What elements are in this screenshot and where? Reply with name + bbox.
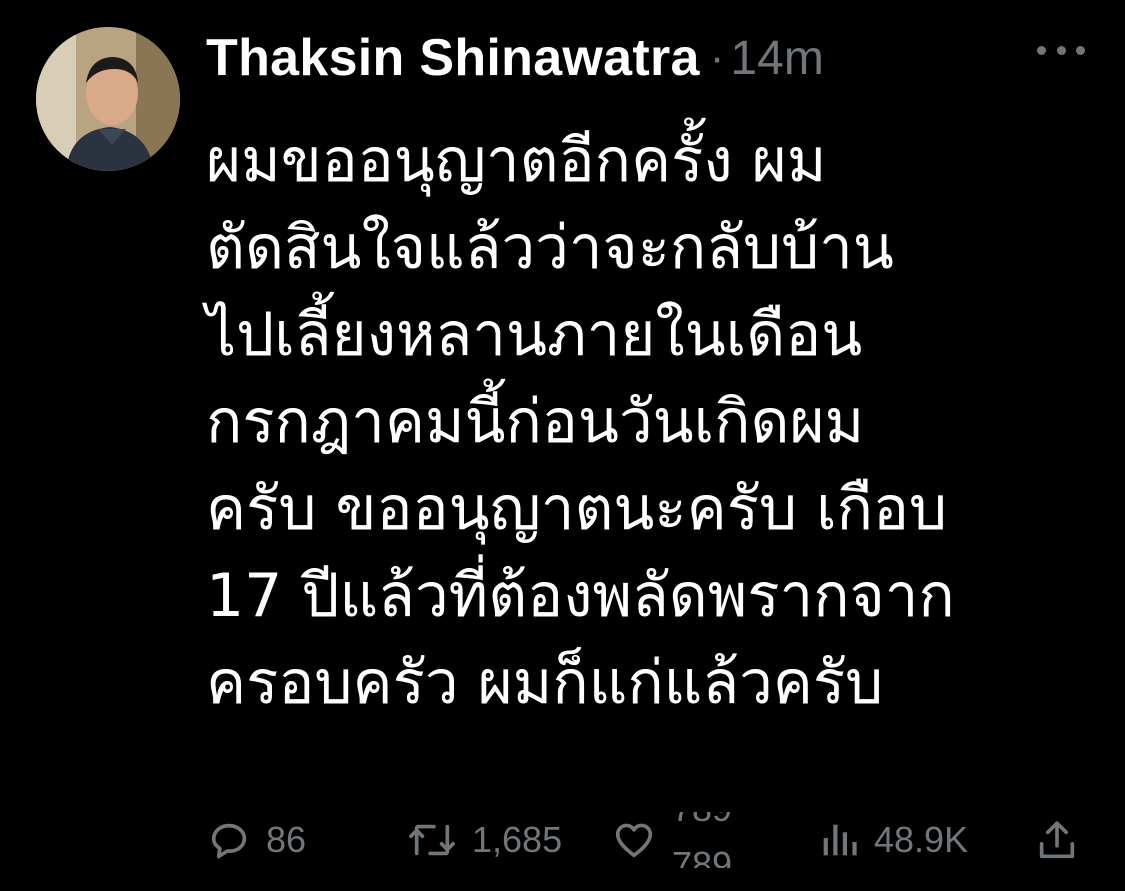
avatar[interactable] xyxy=(36,27,180,171)
tweet-text-line: ครับ ขออนุญาตนะครับ เกือบ xyxy=(206,474,948,544)
reply-icon xyxy=(211,823,247,859)
views-icon xyxy=(823,824,857,856)
tweet-text-line: กรกฎาคมนี้ก่อนวันเกิดผม xyxy=(206,387,865,457)
action-bar: 86 1,685 789 789 xyxy=(206,812,1086,868)
heart-icon xyxy=(615,823,653,858)
more-icon[interactable] xyxy=(1037,36,1085,64)
share-icon xyxy=(1039,821,1075,859)
tweet-text-line: ไปเลี้ยงหลานภายในเดือน xyxy=(206,300,863,370)
separator-dot: · xyxy=(709,33,725,82)
more-dot xyxy=(1076,45,1085,55)
reply-button[interactable]: 86 xyxy=(206,812,306,868)
views-button[interactable]: 48.9K xyxy=(818,812,968,868)
tweet-text-line: 17 ปีแล้วที่ต้องพลัดพรากจาก xyxy=(206,561,955,631)
like-count-previous: 789 xyxy=(672,812,732,830)
views-count: 48.9K xyxy=(874,819,969,860)
tweet-text-line: ตัดสินใจแล้วว่าจะกลับบ้าน xyxy=(206,213,894,283)
reply-count: 86 xyxy=(266,819,307,860)
retweet-button[interactable]: 1,685 xyxy=(406,812,562,868)
tweet-text-line: ผมขออนุญาตอีกครั้ง ผม xyxy=(206,126,827,196)
more-dot xyxy=(1056,45,1066,55)
like-count: 789 789 xyxy=(672,812,740,868)
like-button[interactable]: 789 789 xyxy=(610,812,740,868)
retweet-count: 1,685 xyxy=(472,819,563,860)
tweet-text-line: ครอบครัว ผมก็แก่แล้วครับ xyxy=(206,648,884,718)
share-button[interactable] xyxy=(1034,812,1080,868)
tweet-timestamp[interactable]: 14m xyxy=(730,31,823,86)
tweet-header: Thaksin Shinawatra · 14m xyxy=(206,28,824,88)
like-count-next: 789 xyxy=(672,844,733,868)
tweet-text: ผมขออนุญาตอีกครั้ง ผม ตัดสินใจแล้วว่าจะก… xyxy=(206,118,1086,727)
author-name[interactable]: Thaksin Shinawatra xyxy=(206,28,700,88)
more-dot xyxy=(1037,45,1046,55)
retweet-icon xyxy=(409,824,455,856)
avatar-photo xyxy=(36,27,180,171)
tweet[interactable]: Thaksin Shinawatra · 14m ผมขออนุญาตอีกคร… xyxy=(0,0,1125,891)
